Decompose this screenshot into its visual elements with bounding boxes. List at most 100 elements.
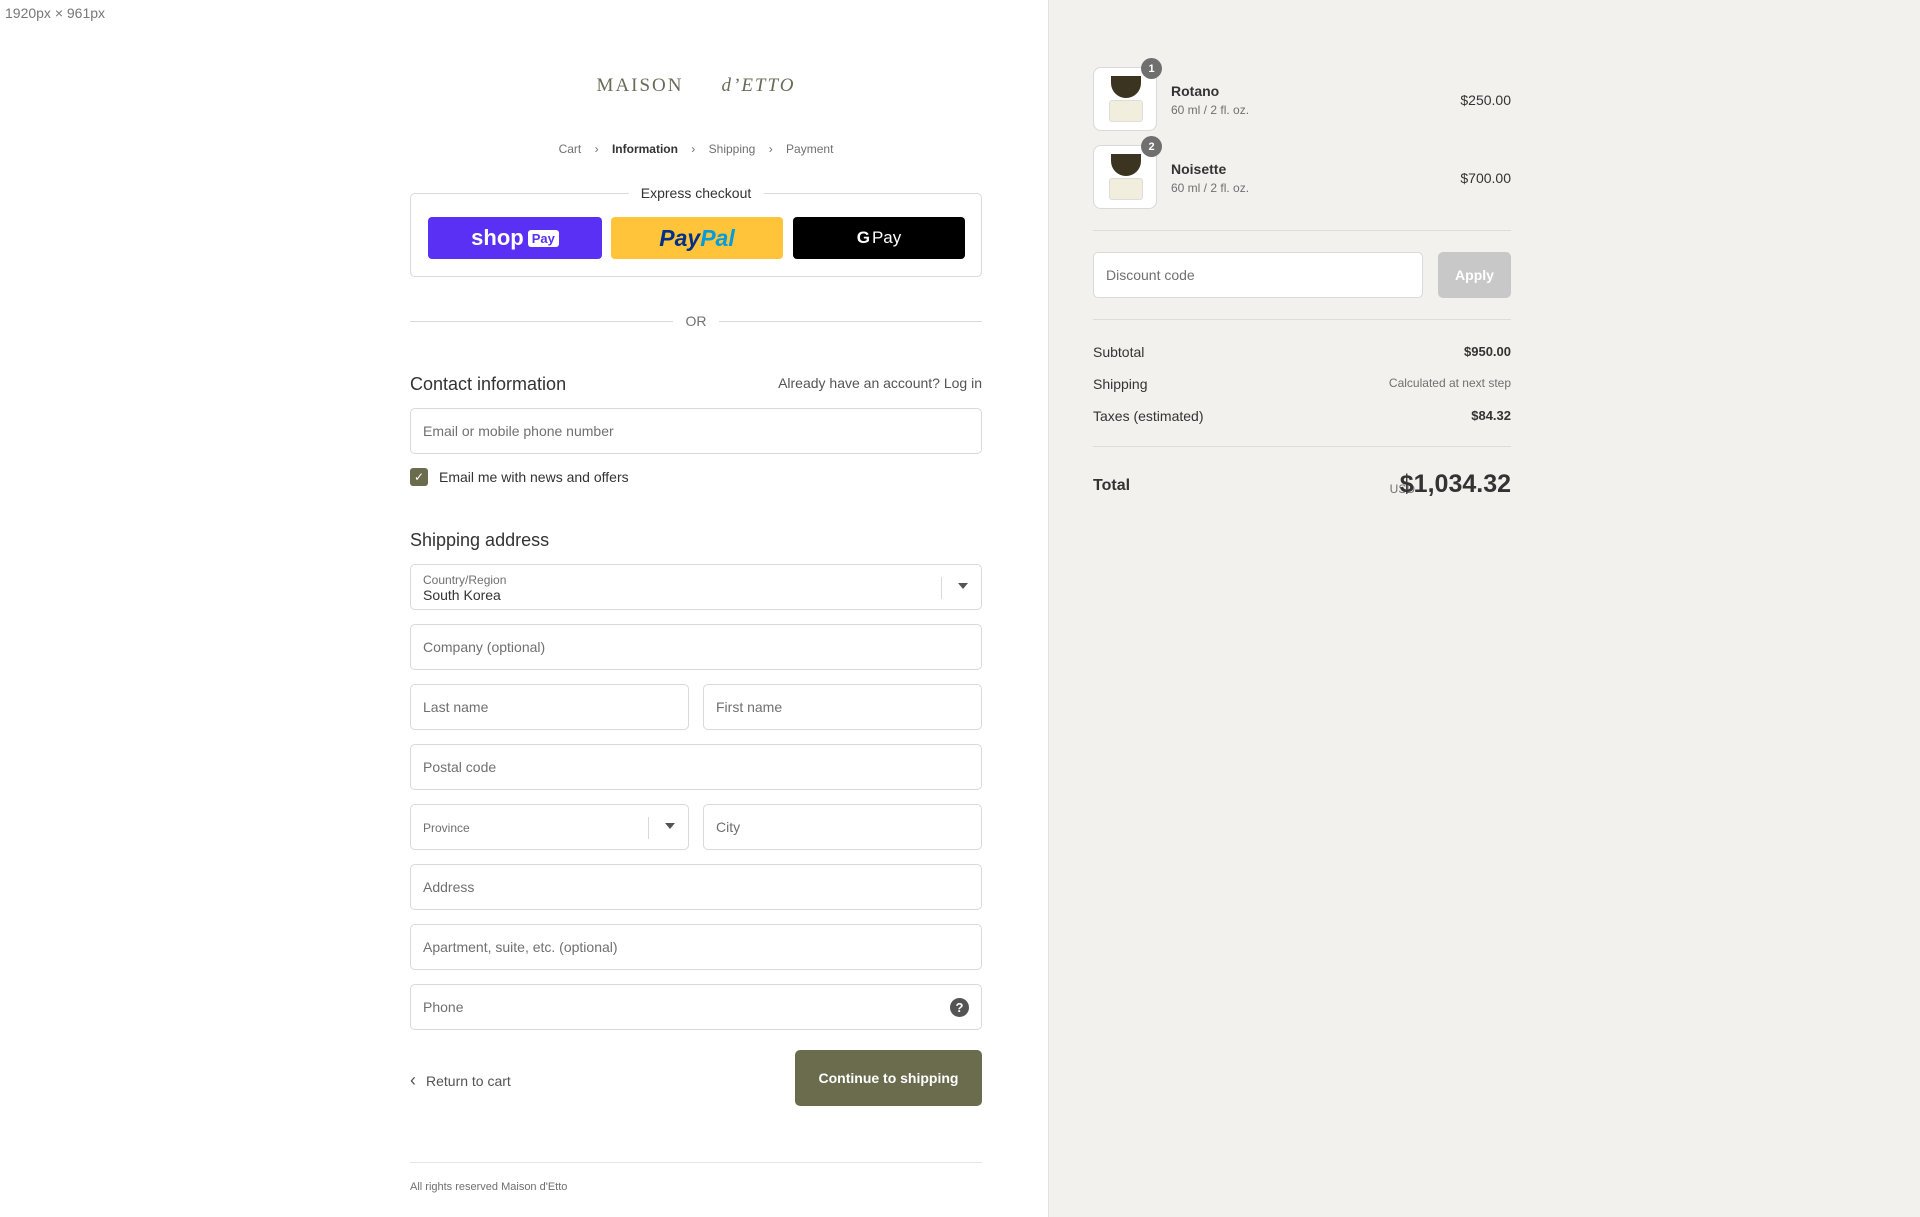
divider-line bbox=[719, 321, 982, 322]
first-name-field[interactable] bbox=[703, 684, 982, 730]
province-label: Province bbox=[423, 821, 470, 835]
city-field[interactable] bbox=[703, 804, 982, 850]
discount-code-input[interactable] bbox=[1094, 253, 1422, 297]
summary-divider bbox=[1093, 319, 1511, 320]
google-g-icon: G bbox=[856, 228, 870, 247]
company-input[interactable] bbox=[411, 625, 981, 669]
footer-copyright: All rights reserved Maison d'Etto bbox=[410, 1181, 568, 1193]
city-input[interactable] bbox=[704, 805, 981, 849]
chevron-right-icon: › bbox=[768, 142, 773, 156]
postal-code-field[interactable] bbox=[410, 744, 982, 790]
product-variant: 60 ml / 2 fl. oz. bbox=[1171, 103, 1250, 117]
apartment-field[interactable] bbox=[410, 924, 982, 970]
apartment-input[interactable] bbox=[411, 925, 981, 969]
brand-logo-part2: d’ETTO bbox=[721, 75, 796, 96]
subtotal-value: $950.00 bbox=[1464, 344, 1511, 359]
taxes-value: $84.32 bbox=[1471, 408, 1511, 423]
newsletter-option[interactable]: ✓ Email me with news and offers bbox=[410, 468, 629, 486]
paypal-pay-text: Pay bbox=[659, 224, 701, 251]
total-row: Total USD $1,034.32 bbox=[1093, 470, 1511, 504]
email-input[interactable] bbox=[411, 409, 981, 453]
google-pay-text: Pay bbox=[871, 228, 902, 247]
quantity-badge: 1 bbox=[1141, 58, 1162, 79]
company-field[interactable] bbox=[410, 624, 982, 670]
country-value: South Korea bbox=[423, 587, 501, 603]
apply-discount-button[interactable]: Apply bbox=[1438, 252, 1511, 298]
shipping-label: Shipping bbox=[1093, 376, 1148, 392]
taxes-row: Taxes (estimated) $84.32 bbox=[1093, 408, 1511, 428]
total-label: Total bbox=[1093, 477, 1131, 494]
country-label: Country/Region bbox=[423, 573, 507, 587]
subtotal-label: Subtotal bbox=[1093, 344, 1145, 360]
shipping-address-title: Shipping address bbox=[410, 530, 550, 550]
account-prompt-text: Already have an account? bbox=[778, 375, 940, 391]
chevron-right-icon: › bbox=[691, 142, 696, 156]
shop-pay-pay-text: Pay bbox=[527, 229, 559, 247]
breadcrumb: Cart › Information › Shipping › Payment bbox=[410, 142, 982, 156]
quantity-badge: 2 bbox=[1141, 136, 1162, 157]
phone-input[interactable] bbox=[411, 985, 981, 1029]
total-value: $1,034.32 bbox=[1399, 470, 1511, 498]
paypal-pal-text: Pal bbox=[700, 224, 735, 251]
bottle-shape bbox=[1109, 100, 1143, 122]
chevron-right-icon: › bbox=[594, 142, 599, 156]
login-link[interactable]: Log in bbox=[944, 375, 982, 391]
order-summary-panel: 1 Rotano 60 ml / 2 fl. oz. $250.00 2 Noi… bbox=[1048, 0, 1920, 1217]
help-icon[interactable]: ? bbox=[950, 998, 969, 1017]
chevron-down-icon bbox=[665, 823, 675, 829]
cart-item: 2 Noisette 60 ml / 2 fl. oz. $700.00 bbox=[1093, 136, 1511, 209]
product-image: 1 bbox=[1093, 58, 1162, 131]
discount-code-field[interactable] bbox=[1093, 252, 1423, 298]
page-size-label: 1920px × 961px bbox=[5, 5, 106, 21]
brand-logo[interactable]: MAISON d’ETTO bbox=[410, 75, 982, 97]
summary-divider bbox=[1093, 230, 1511, 231]
subtotal-row: Subtotal $950.00 bbox=[1093, 344, 1511, 364]
chevron-down-icon bbox=[958, 583, 968, 589]
return-to-cart-link[interactable]: ‹ Return to cart bbox=[410, 1070, 511, 1091]
select-divider bbox=[648, 817, 649, 839]
breadcrumb-cart[interactable]: Cart bbox=[559, 142, 582, 156]
express-checkout: Express checkout shop Pay Pay Pal G Pay bbox=[410, 185, 982, 277]
account-prompt: Already have an account? Log in bbox=[778, 375, 982, 391]
address-input[interactable] bbox=[411, 865, 981, 909]
contact-information-title: Contact information bbox=[410, 374, 567, 394]
bottle-cap-shape bbox=[1111, 154, 1141, 176]
return-to-cart-label: Return to cart bbox=[426, 1072, 511, 1089]
checkout-main-panel: 1920px × 961px MAISON d’ETTO Cart › Infor… bbox=[0, 0, 1048, 1217]
product-name: Noisette bbox=[1171, 161, 1227, 177]
or-divider: OR bbox=[410, 313, 982, 333]
continue-to-shipping-button[interactable]: Continue to shipping bbox=[795, 1050, 982, 1106]
product-image: 2 bbox=[1093, 136, 1162, 209]
breadcrumb-shipping: Shipping bbox=[708, 142, 756, 156]
phone-field[interactable]: ? bbox=[410, 984, 982, 1030]
first-name-input[interactable] bbox=[704, 685, 981, 729]
shop-pay-button[interactable]: shop Pay bbox=[428, 217, 602, 259]
newsletter-label: Email me with news and offers bbox=[439, 469, 629, 485]
brand-logo-part1: MAISON bbox=[596, 75, 684, 96]
taxes-label: Taxes (estimated) bbox=[1093, 408, 1204, 424]
newsletter-checkbox[interactable]: ✓ bbox=[410, 468, 428, 486]
product-name: Rotano bbox=[1171, 83, 1220, 99]
google-pay-button[interactable]: G Pay bbox=[793, 217, 965, 259]
province-select[interactable]: Province bbox=[410, 804, 689, 850]
email-field[interactable] bbox=[410, 408, 982, 454]
bottle-cap-shape bbox=[1111, 76, 1141, 98]
product-price: $250.00 bbox=[1460, 92, 1511, 108]
postal-code-input[interactable] bbox=[411, 745, 981, 789]
footer-divider bbox=[410, 1162, 982, 1163]
select-divider bbox=[941, 577, 942, 599]
product-price: $700.00 bbox=[1460, 170, 1511, 186]
shipping-value: Calculated at next step bbox=[1388, 376, 1511, 390]
product-variant: 60 ml / 2 fl. oz. bbox=[1171, 181, 1250, 195]
last-name-input[interactable] bbox=[411, 685, 688, 729]
last-name-field[interactable] bbox=[410, 684, 689, 730]
breadcrumb-information: Information bbox=[611, 142, 678, 156]
paypal-button[interactable]: Pay Pal bbox=[611, 217, 783, 259]
summary-divider bbox=[1093, 446, 1511, 447]
shipping-row: Shipping Calculated at next step bbox=[1093, 376, 1511, 396]
cart-item: 1 Rotano 60 ml / 2 fl. oz. $250.00 bbox=[1093, 58, 1511, 131]
chevron-left-icon: ‹ bbox=[410, 1070, 416, 1090]
address-field[interactable] bbox=[410, 864, 982, 910]
checkmark-icon: ✓ bbox=[413, 470, 425, 484]
country-select[interactable]: Country/Region South Korea bbox=[410, 564, 982, 610]
